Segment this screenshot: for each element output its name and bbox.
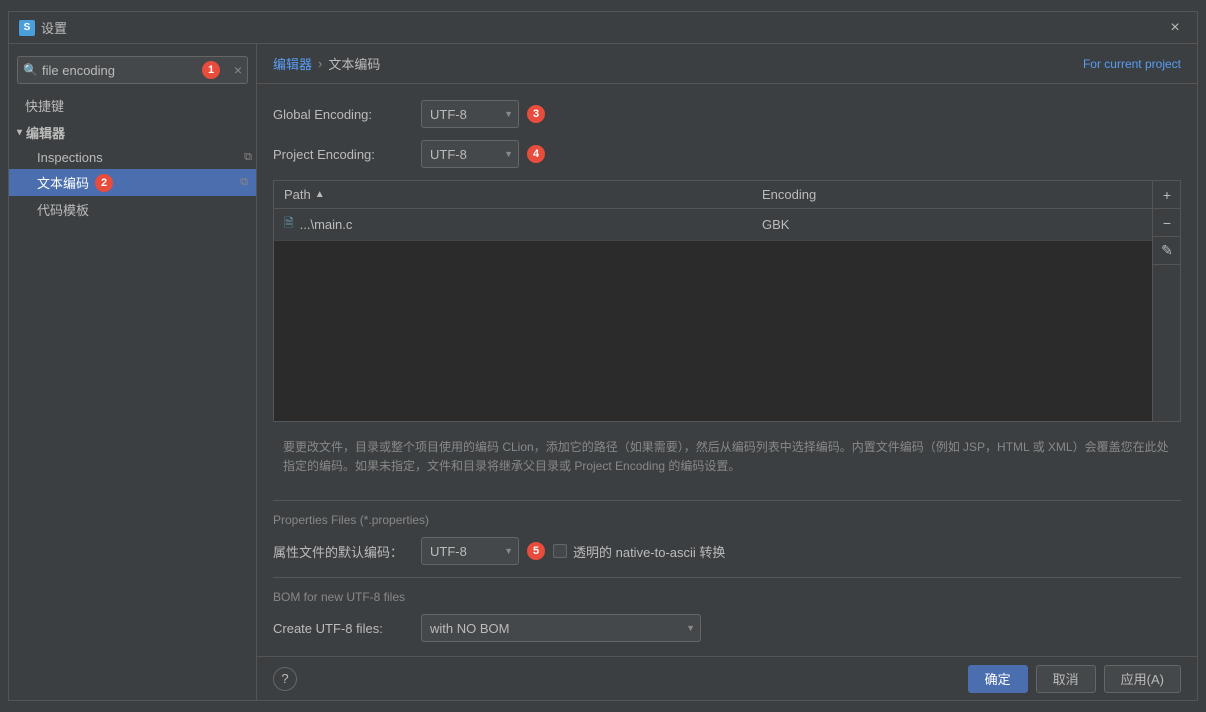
global-encoding-select-wrapper: UTF-8 GBK ISO-8859-1 UTF-16 bbox=[421, 100, 519, 128]
add-row-button[interactable]: + bbox=[1153, 181, 1181, 209]
search-clear-button[interactable]: × bbox=[234, 62, 242, 78]
confirm-button[interactable]: 确定 bbox=[968, 665, 1028, 693]
create-utf8-select[interactable]: with NO BOM with BOM bbox=[421, 614, 701, 642]
remove-row-button[interactable]: − bbox=[1153, 209, 1181, 237]
table-empty-area bbox=[274, 241, 1152, 421]
title-bar: S 设置 × bbox=[9, 12, 1197, 44]
transparent-label: 透明的 native-to-ascii 转换 bbox=[573, 542, 725, 561]
project-encoding-select[interactable]: UTF-8 GBK ISO-8859-1 UTF-16 bbox=[421, 140, 519, 168]
global-encoding-row: Global Encoding: UTF-8 GBK ISO-8859-1 UT… bbox=[273, 100, 1181, 128]
bottom-bar: ? 确定 取消 应用(A) bbox=[257, 656, 1197, 700]
encoding-cell: GBK bbox=[752, 209, 1152, 240]
sort-arrow: ▲ bbox=[315, 189, 325, 200]
file-icon: 🗎 bbox=[284, 214, 294, 235]
sidebar-item-inspections[interactable]: Inspections ⧉ bbox=[9, 146, 256, 169]
project-encoding-label: Project Encoding: bbox=[273, 147, 413, 162]
sidebar: 🔍 1 × 快捷键 ▾ 编辑器 Inspections ⧉ 文本编码 2 ⧉ bbox=[9, 44, 257, 700]
right-panel: 编辑器 › 文本编码 For current project Global En… bbox=[257, 44, 1197, 700]
apply-button[interactable]: 应用(A) bbox=[1104, 665, 1181, 693]
settings-dialog: S 设置 × 🔍 1 × 快捷键 ▾ 编辑器 Inspections bbox=[8, 11, 1198, 701]
table-side-buttons: + − ✎ bbox=[1153, 180, 1181, 422]
sidebar-item-code-template[interactable]: 代码模板 bbox=[9, 196, 256, 223]
create-utf8-label: Create UTF-8 files: bbox=[273, 621, 413, 636]
search-badge-1: 1 bbox=[202, 61, 220, 79]
text-encoding-badge: 2 bbox=[95, 174, 113, 192]
text-encoding-copy-icon: ⧉ bbox=[240, 176, 248, 189]
bom-section-title: BOM for new UTF-8 files bbox=[273, 590, 1181, 604]
properties-encoding-select-wrapper: UTF-8 GBK ISO-8859-1 bbox=[421, 537, 519, 565]
create-utf8-select-wrapper: with NO BOM with BOM bbox=[421, 614, 701, 642]
search-icon: 🔍 bbox=[23, 63, 38, 77]
breadcrumb-current: 文本编码 bbox=[328, 54, 380, 73]
properties-encoding-select[interactable]: UTF-8 GBK ISO-8859-1 bbox=[421, 537, 519, 565]
collapse-arrow: ▾ bbox=[17, 127, 22, 138]
section-separator-1 bbox=[273, 500, 1181, 501]
table-row[interactable]: 🗎 ...\main.c GBK bbox=[274, 209, 1152, 241]
search-box: 🔍 1 × bbox=[17, 56, 248, 84]
dialog-title: 设置 bbox=[41, 18, 67, 37]
cancel-button[interactable]: 取消 bbox=[1036, 665, 1096, 693]
inspections-copy-icon: ⧉ bbox=[244, 151, 252, 164]
transparent-checkbox[interactable] bbox=[553, 544, 567, 558]
properties-encoding-badge: 5 bbox=[527, 542, 545, 560]
breadcrumb: 编辑器 › 文本编码 For current project bbox=[257, 44, 1197, 84]
properties-section-title: Properties Files (*.properties) bbox=[273, 513, 1181, 527]
path-cell: 🗎 ...\main.c bbox=[274, 209, 752, 240]
sidebar-section-editor[interactable]: ▾ 编辑器 bbox=[9, 119, 256, 146]
transparent-checkbox-wrapper: 透明的 native-to-ascii 转换 bbox=[553, 542, 725, 561]
properties-encoding-row: 属性文件的默认编码： UTF-8 GBK ISO-8859-1 5 透明的 na… bbox=[273, 537, 1181, 565]
project-encoding-badge: 4 bbox=[527, 145, 545, 163]
section-separator-2 bbox=[273, 577, 1181, 578]
sidebar-item-shortcut[interactable]: 快捷键 bbox=[9, 92, 256, 119]
settings-body: Global Encoding: UTF-8 GBK ISO-8859-1 UT… bbox=[257, 84, 1197, 656]
global-encoding-badge: 3 bbox=[527, 105, 545, 123]
breadcrumb-separator: › bbox=[318, 56, 322, 71]
main-content: 🔍 1 × 快捷键 ▾ 编辑器 Inspections ⧉ 文本编码 2 ⧉ bbox=[9, 44, 1197, 700]
project-encoding-select-wrapper: UTF-8 GBK ISO-8859-1 UTF-16 bbox=[421, 140, 519, 168]
description-text: 要更改文件，目录或整个项目使用的编码 CLion，添加它的路径（如果需要），然后… bbox=[273, 430, 1181, 484]
global-encoding-label: Global Encoding: bbox=[273, 107, 413, 122]
sidebar-item-text-encoding[interactable]: 文本编码 2 ⧉ bbox=[9, 169, 256, 196]
global-encoding-select[interactable]: UTF-8 GBK ISO-8859-1 UTF-16 bbox=[421, 100, 519, 128]
file-encoding-table-wrapper: Path ▲ Encoding 🗎 bbox=[273, 180, 1181, 422]
create-utf8-row: Create UTF-8 files: with NO BOM with BOM bbox=[273, 614, 1181, 642]
breadcrumb-project-link[interactable]: For current project bbox=[1083, 57, 1181, 71]
properties-encoding-label: 属性文件的默认编码： bbox=[273, 542, 413, 561]
file-encoding-table: Path ▲ Encoding 🗎 bbox=[273, 180, 1153, 422]
project-encoding-row: Project Encoding: UTF-8 GBK ISO-8859-1 U… bbox=[273, 140, 1181, 168]
table-header-row: Path ▲ Encoding bbox=[274, 181, 1152, 209]
breadcrumb-parent[interactable]: 编辑器 bbox=[273, 54, 312, 73]
path-header: Path ▲ bbox=[274, 181, 752, 208]
close-button[interactable]: × bbox=[1163, 16, 1187, 40]
app-icon: S bbox=[19, 20, 35, 36]
help-button[interactable]: ? bbox=[273, 667, 297, 691]
encoding-header: Encoding bbox=[752, 181, 1152, 208]
table-body: 🗎 ...\main.c GBK bbox=[274, 209, 1152, 421]
edit-row-button[interactable]: ✎ bbox=[1153, 237, 1181, 265]
